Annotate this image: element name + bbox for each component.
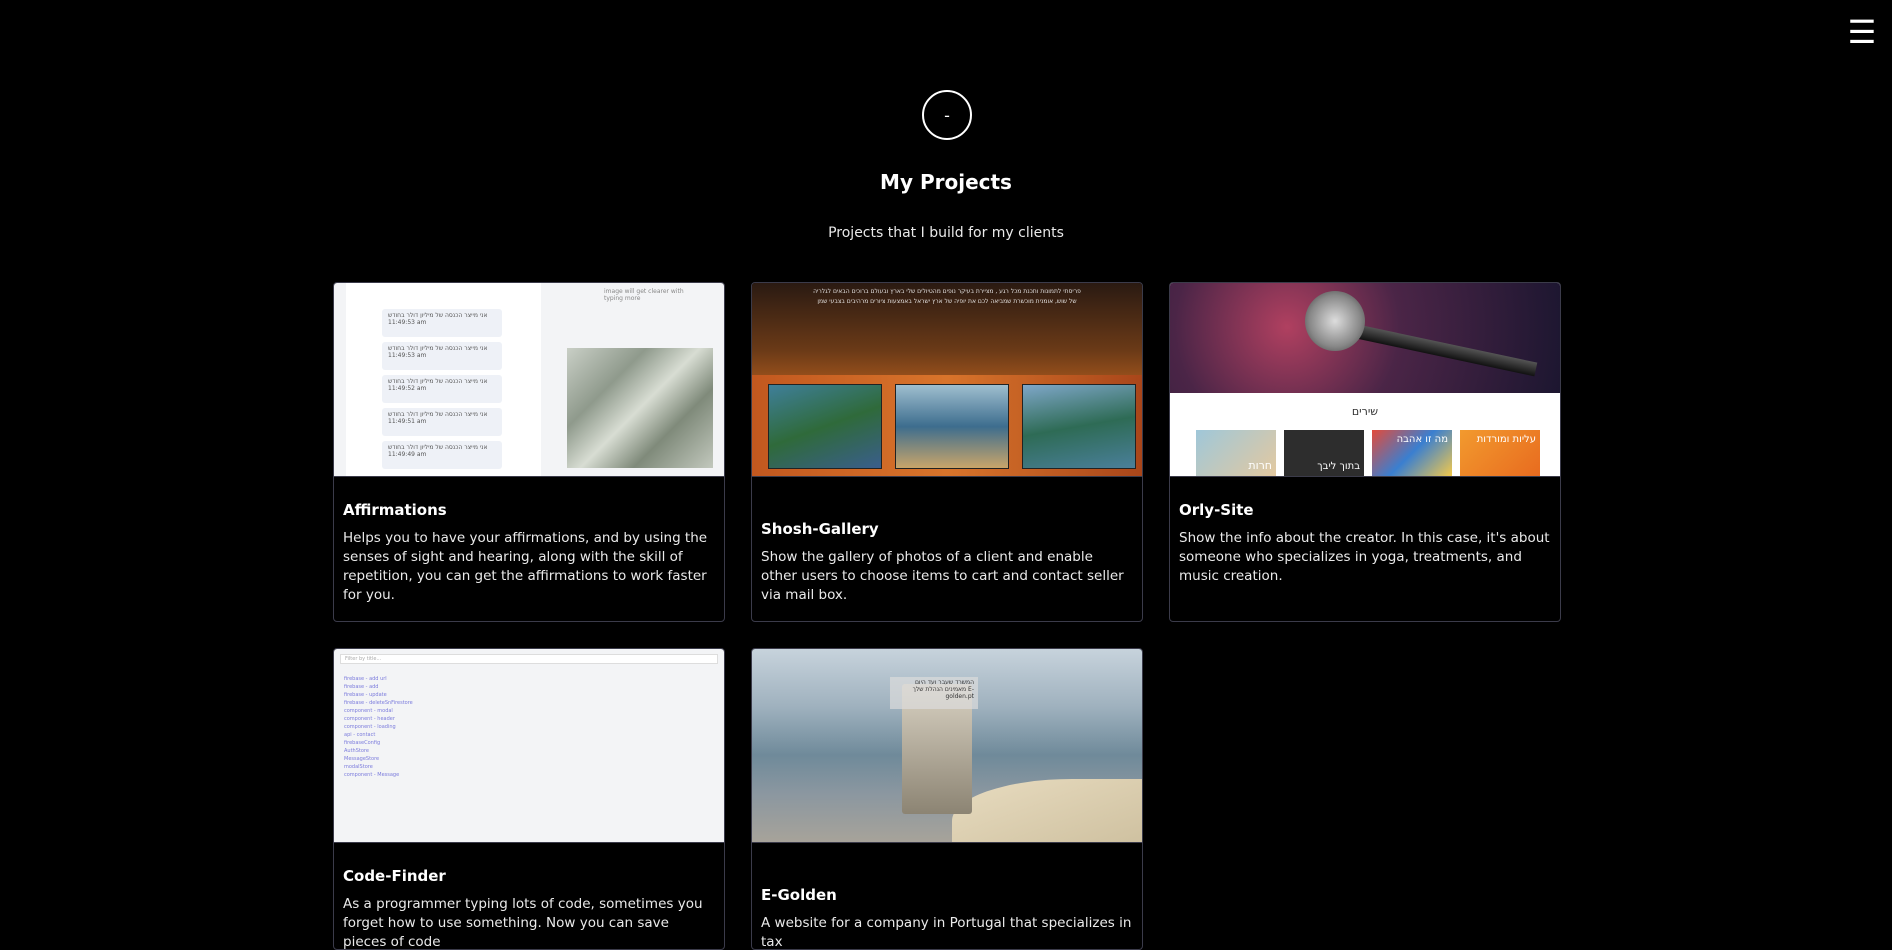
song-tile: עליות ומורדות [1460, 430, 1540, 476]
overlay-text: המשרד שעבר ועד היום מאמינים הנהלת שלך E-… [890, 677, 978, 709]
project-card-shosh-gallery[interactable]: פריסתי לתמונות ותכנת מכל רגע , מציירת בע… [751, 282, 1143, 622]
chat-message-time: 11:49:53 am [388, 319, 427, 326]
gallery-painting [768, 384, 882, 469]
filter-input: Filter by title... [340, 654, 718, 664]
project-card-e-golden[interactable]: המשרד שעבר ועד היום מאמינים הנהלת שלך E-… [751, 648, 1143, 950]
song-tile: בתוך ליבך [1284, 430, 1364, 476]
snippet-item: component - modal [344, 708, 393, 714]
snippet-item: MessageStore [344, 756, 380, 762]
song-tile: מה זו אהבה [1372, 430, 1452, 476]
gallery-painting [895, 384, 1009, 469]
song-tile-label: מה זו אהבה [1396, 434, 1448, 445]
chat-message-text: אני מייצר הכנסה של מיליון דולר בחודש [388, 312, 488, 319]
chat-message-time: 11:49:52 am [388, 385, 427, 392]
chat-message-text: אני מייצר הכנסה של מיליון דולר בחודש [388, 411, 488, 418]
snippet-item: AuthStore [344, 748, 369, 754]
project-card-orly-site[interactable]: שירים חרות בתוך ליבך מה זו אהבה עליות ומ… [1169, 282, 1561, 622]
card-title: Affirmations [343, 501, 447, 519]
card-body: Orly-Site Show the info about the creato… [1170, 477, 1560, 586]
hint-text: image will get clearer with typing more [604, 288, 684, 302]
card-description: Show the gallery of photos of a client a… [761, 549, 1124, 603]
money-image [567, 348, 713, 468]
card-description: Helps you to have your affirmations, and… [343, 530, 708, 603]
songs-heading: שירים [1351, 405, 1379, 418]
chat-panel: אני מייצר הכנסה של מיליון דולר בחודש 11:4… [346, 283, 541, 476]
card-body: Shosh-Gallery Show the gallery of photos… [752, 477, 1142, 605]
song-tile-label: עליות ומורדות [1476, 434, 1536, 445]
song-tile-label: בתוך ליבך [1317, 461, 1360, 472]
snippet-item: component - Message [344, 772, 400, 778]
card-title: E-Golden [761, 886, 837, 904]
snippet-item: component - loading [344, 724, 396, 730]
chat-message-text: אני מייצר הכנסה של מיליון דולר בחודש [388, 444, 488, 451]
beach-shape [952, 779, 1142, 842]
chat-message-time: 11:49:49 am [388, 451, 427, 458]
card-description: Show the info about the creator. In this… [1179, 530, 1550, 584]
song-tile: חרות [1196, 430, 1276, 476]
project-thumbnail: פריסתי לתמונות ותכנת מכל רגע , מציירת בע… [752, 283, 1142, 477]
snippet-item: firebase - update [344, 692, 387, 698]
chat-message: אני מייצר הכנסה של מיליון דולר בחודש 11:4… [382, 408, 502, 436]
chat-message: אני מייצר הכנסה של מיליון דולר בחודש 11:4… [382, 441, 502, 469]
card-title: Code-Finder [343, 867, 446, 885]
card-body: Code-Finder As a programmer typing lots … [334, 843, 724, 949]
chat-message: אני מייצר הכנסה של מיליון דולר בחודש 11:4… [382, 342, 502, 370]
snippet-item: firebaseConfig [344, 740, 381, 746]
microphone-icon [1305, 291, 1365, 351]
chat-message-text: אני מייצר הכנסה של מיליון דולר בחודש [388, 345, 488, 352]
gallery-intro-text: פריסתי לתמונות ותכנת מכל רגע , מציירת בע… [813, 288, 1081, 305]
page-title: My Projects [880, 170, 1012, 194]
project-thumbnail: שירים חרות בתוך ליבך מה זו אהבה עליות ומ… [1170, 283, 1560, 477]
chat-message: אני מייצר הכנסה של מיליון דולר בחודש 11:4… [382, 375, 502, 403]
song-tile-label: חרות [1248, 459, 1272, 472]
chat-message-time: 11:49:51 am [388, 418, 427, 425]
project-thumbnail: המשרד שעבר ועד היום מאמינים הנהלת שלך E-… [752, 649, 1142, 843]
card-body: E-Golden A website for a company in Port… [752, 843, 1142, 950]
snippet-item: component - header [344, 716, 395, 722]
snippet-item: modalStore [344, 764, 373, 770]
chat-message-time: 11:49:53 am [388, 352, 427, 359]
snippet-item: firebase - deleteSnFirestore [344, 700, 413, 706]
project-card-code-finder[interactable]: Filter by title... firebase - add url fi… [333, 648, 725, 950]
card-body: Affirmations Helps you to have your affi… [334, 477, 724, 605]
menu-icon[interactable]: ☰ [1846, 14, 1878, 50]
project-thumbnail: Filter by title... firebase - add url fi… [334, 649, 724, 843]
snippet-item: firebase - add url [344, 676, 387, 682]
snippet-list: firebase - add url firebase - add fireba… [344, 675, 413, 779]
snippet-item: firebase - add [344, 684, 379, 690]
chat-message-text: אני מייצר הכנסה של מיליון דולר בחודש [388, 378, 488, 385]
project-card-affirmations[interactable]: אני מייצר הכנסה של מיליון דולר בחודש 11:4… [333, 282, 725, 622]
card-title: Shosh-Gallery [761, 520, 879, 538]
snippet-item: api - contact [344, 732, 376, 738]
card-title: Orly-Site [1179, 501, 1254, 519]
avatar-text: - [944, 105, 950, 125]
card-description: A website for a company in Portugal that… [761, 915, 1132, 950]
project-thumbnail: אני מייצר הכנסה של מיליון דולר בחודש 11:4… [334, 283, 724, 477]
gallery-painting [1022, 384, 1136, 469]
chat-message: אני מייצר הכנסה של מיליון דולר בחודש 11:4… [382, 309, 502, 337]
page-subtitle: Projects that I build for my clients [828, 225, 1064, 241]
avatar: - [922, 90, 972, 140]
